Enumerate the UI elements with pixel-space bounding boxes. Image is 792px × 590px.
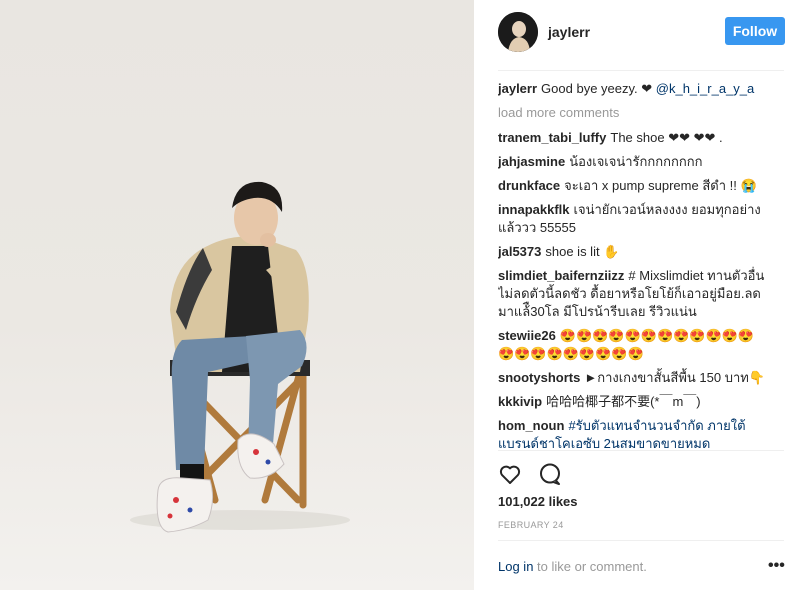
comment-item: kkkivip 哈哈哈椰子都不要(*￣m￣) [498, 393, 766, 411]
comment-text: จะเอา x pump supreme สีดำ !! 😭 [564, 178, 757, 193]
load-more-comments-link[interactable]: load more comments [498, 104, 766, 122]
comment-username[interactable]: stewiie26 [498, 328, 556, 343]
caption-text: Good bye yeezy. ❤ [541, 81, 656, 96]
post-header: jaylerr Follow [474, 0, 792, 70]
comment-item: jal5373 shoe is lit ✋ [498, 243, 766, 261]
avatar-image [498, 12, 538, 52]
comment-username[interactable]: jal5373 [498, 244, 541, 259]
comments-list: jaylerr Good bye yeezy. ❤ @k_h_i_r_a_y_a … [498, 80, 766, 450]
comment-username[interactable]: jahjasmine [498, 154, 565, 169]
comment-item: drunkface จะเอา x pump supreme สีดำ !! 😭 [498, 177, 766, 195]
caption: jaylerr Good bye yeezy. ❤ @k_h_i_r_a_y_a [498, 80, 766, 98]
photo-scene [130, 181, 350, 533]
avatar[interactable] [498, 12, 538, 52]
comments-divider [498, 450, 784, 451]
follow-button[interactable]: Follow [725, 17, 785, 45]
login-link[interactable]: Log in [498, 559, 533, 574]
heart-outline-icon[interactable] [498, 462, 522, 486]
comment-item: stewiie26 😍😍😍😍😍😍😍😍😍😍😍😍😍😍😍😍😍😍😍😍😍 [498, 327, 766, 363]
comment-username[interactable]: hom_noun [498, 418, 564, 433]
header-username[interactable]: jaylerr [548, 24, 590, 40]
comment-text: 哈哈哈椰子都不要(*￣m￣) [546, 394, 701, 409]
footer-divider [498, 540, 784, 541]
header-divider [498, 70, 784, 71]
comment-username[interactable]: snootyshorts [498, 370, 580, 385]
post-side-panel: jaylerr Follow jaylerr Good bye yeezy. ❤ … [474, 0, 792, 590]
caption-username[interactable]: jaylerr [498, 81, 537, 96]
comment-item: slimdiet_baifernziizz # Mixslimdiet ทานตั… [498, 267, 766, 321]
comment-item: tranem_tabi_luffy The shoe ❤❤ ❤❤ . [498, 129, 766, 147]
comment-username[interactable]: slimdiet_baifernziizz [498, 268, 624, 283]
comment-username[interactable]: tranem_tabi_luffy [498, 130, 606, 145]
comment-text: shoe is lit ✋ [545, 244, 620, 259]
comment-item: hom_noun #รับตัวแทนจำนวนจำกัด ภายใต้แบรนด… [498, 417, 766, 450]
like-count[interactable]: 101,022 likes [498, 494, 578, 509]
login-prompt-text: to like or comment. [533, 559, 647, 574]
login-prompt: Log in to like or comment. [498, 559, 647, 574]
comment-item: snootyshorts ►กางเกงขาสั้นสีพื้น 150 บาท👇 [498, 369, 766, 387]
comment-username[interactable]: kkkivip [498, 394, 542, 409]
comment-text: The shoe ❤❤ ❤❤ . [610, 130, 723, 145]
comment-text: ►กางเกงขาสั้นสีพื้น 150 บาท👇 [584, 370, 766, 385]
comment-username[interactable]: drunkface [498, 178, 560, 193]
ellipsis-icon[interactable]: ••• [768, 557, 785, 575]
comment-item: innapakkflk เจน่ายักเวอน์หลงงงง ยอมทุกอย่… [498, 201, 766, 237]
comment-username[interactable]: innapakkflk [498, 202, 570, 217]
post-photo[interactable] [0, 0, 474, 590]
post-date[interactable]: FEBRUARY 24 [498, 520, 564, 530]
comment-text: น้องเจเจน่ารักกกกกกกก [569, 154, 703, 169]
speech-bubble-icon[interactable] [538, 462, 562, 486]
caption-mention[interactable]: @k_h_i_r_a_y_a [656, 81, 754, 96]
comment-item: jahjasmine น้องเจเจน่ารักกกกกกกก [498, 153, 766, 171]
